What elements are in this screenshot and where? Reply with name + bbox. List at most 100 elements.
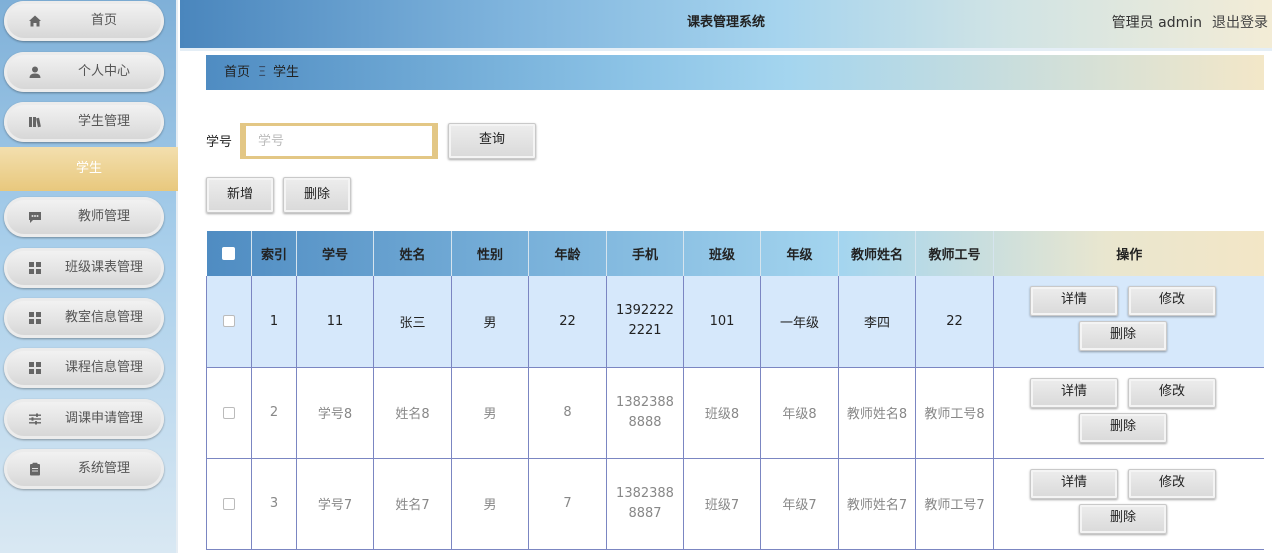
cell-name: 姓名8 [373, 367, 452, 459]
cell-class: 101 [683, 276, 761, 368]
table-row[interactable]: 1 11 张三 男 22 1392222 2221 101 一年级 李四 22 详… [206, 276, 1264, 368]
row-checkbox[interactable] [223, 315, 235, 328]
detail-button[interactable]: 详情 [1030, 377, 1118, 408]
row-delete-button[interactable]: 删除 [1079, 412, 1167, 443]
row-checkbox[interactable] [223, 406, 235, 419]
cell-age: 22 [528, 276, 607, 368]
book-icon [29, 117, 41, 128]
table-row[interactable]: 2 学号8 姓名8 男 8 1382388 8888 班级8 年级8 教师姓名8 … [206, 367, 1264, 459]
cell-age: 8 [528, 367, 607, 459]
sliders-icon [29, 413, 41, 425]
sidebar-item-home[interactable]: 首页 [4, 1, 164, 41]
sidebar-item-students[interactable]: 学生 [0, 147, 178, 191]
logout-link[interactable]: 退出登录 [1212, 0, 1268, 46]
grid-icon [29, 262, 41, 274]
search-input[interactable] [240, 123, 438, 159]
cell-name: 张三 [373, 276, 452, 368]
phone-part: 1382388 [616, 394, 674, 410]
cell-age: 7 [528, 458, 607, 550]
delete-button[interactable]: 删除 [283, 177, 351, 213]
sidebar: 首页 个人中心 学生管理 学生 教师管理 班级课表管理 教室信息管理 课程信息管… [0, 0, 178, 553]
cell-phone: 1382388 8888 [606, 367, 684, 459]
cell-index: 3 [251, 458, 297, 550]
row-select-cell [206, 458, 252, 550]
sidebar-item-label: 班级课表管理 [64, 260, 143, 275]
select-all-checkbox[interactable] [222, 247, 236, 260]
table-row[interactable]: 3 学号7 姓名7 男 7 1382388 8887 班级7 年级7 教师姓名7 … [206, 458, 1264, 550]
column-header: 操作 [1116, 248, 1143, 263]
grid-icon [29, 312, 41, 324]
cell-teacher-id: 教师工号7 [915, 458, 994, 550]
cell-class: 班级8 [683, 367, 761, 459]
column-header: 班级 [683, 231, 761, 276]
cell-gender: 男 [451, 276, 529, 368]
sidebar-item-classroom[interactable]: 教室信息管理 [4, 298, 164, 338]
row-select-cell [206, 276, 252, 368]
row-checkbox[interactable] [223, 497, 235, 510]
add-button[interactable]: 新增 [206, 177, 274, 213]
edit-button[interactable]: 修改 [1128, 377, 1216, 408]
cell-teacher-name: 教师姓名7 [838, 458, 916, 550]
phone-part: 8887 [628, 505, 662, 521]
sidebar-item-teacher-mgmt[interactable]: 教师管理 [4, 197, 164, 237]
column-header: 年级 [760, 231, 839, 276]
cell-teacher-name: 李四 [838, 276, 916, 368]
clipboard-icon [30, 462, 40, 476]
breadcrumb-current: 学生 [273, 65, 300, 80]
sidebar-item-course[interactable]: 课程信息管理 [4, 348, 164, 388]
breadcrumb-separator-icon: Ξ [258, 65, 267, 80]
detail-button[interactable]: 详情 [1030, 286, 1118, 317]
cell-index: 2 [251, 367, 297, 459]
cell-gender: 男 [451, 458, 529, 550]
sidebar-item-label: 学生 [75, 161, 102, 176]
cell-student-id: 学号7 [296, 458, 374, 550]
cell-class: 班级7 [683, 458, 761, 550]
current-user: 管理员 admin [1111, 15, 1202, 31]
column-header: 性别 [451, 231, 529, 276]
query-button[interactable]: 查询 [448, 123, 536, 159]
table-header: 索引 学号 姓名 性别 年龄 手机 班级 年级 教师姓名 教师工号 操作 [206, 231, 1264, 276]
cell-gender: 男 [451, 367, 529, 459]
edit-button[interactable]: 修改 [1128, 468, 1216, 499]
cell-actions: 详情 修改 删除 [993, 276, 1264, 368]
student-table: 索引 学号 姓名 性别 年龄 手机 班级 年级 教师姓名 教师工号 操作 1 1… [206, 231, 1264, 553]
detail-button[interactable]: 详情 [1030, 468, 1118, 499]
phone-part: 1382388 [616, 485, 674, 501]
sidebar-item-student-mgmt[interactable]: 学生管理 [4, 102, 164, 142]
sidebar-item-system[interactable]: 系统管理 [4, 449, 164, 489]
sidebar-item-profile[interactable]: 个人中心 [4, 52, 164, 92]
sidebar-item-label: 系统管理 [77, 461, 130, 476]
cell-phone: 1382388 8887 [606, 458, 684, 550]
edit-button[interactable]: 修改 [1128, 286, 1216, 317]
column-header: 学号 [296, 231, 374, 276]
column-header: 姓名 [373, 231, 452, 276]
app-title: 课表管理系统 [686, 15, 765, 30]
search-label: 学号 [206, 135, 233, 150]
sidebar-item-label: 课程信息管理 [64, 360, 143, 375]
user-icon [29, 66, 41, 78]
cell-grade: 年级8 [760, 367, 839, 459]
cell-teacher-name: 教师姓名8 [838, 367, 916, 459]
cell-student-id: 11 [296, 276, 374, 368]
column-header: 索引 [251, 231, 297, 276]
cell-actions: 详情 修改 删除 [993, 458, 1264, 550]
sidebar-item-adjust-request[interactable]: 调课申请管理 [4, 399, 164, 439]
row-select-cell [206, 367, 252, 459]
cell-teacher-id: 22 [915, 276, 994, 368]
column-header: 年龄 [528, 231, 607, 276]
row-delete-button[interactable]: 删除 [1079, 503, 1167, 534]
phone-part: 2221 [628, 323, 662, 339]
sidebar-item-label: 调课申请管理 [64, 411, 143, 426]
header-divider [180, 48, 1272, 51]
cell-student-id: 学号8 [296, 367, 374, 459]
column-header: 教师工号 [915, 231, 994, 276]
cell-index: 1 [251, 276, 297, 368]
sidebar-item-label: 个人中心 [77, 64, 130, 79]
home-icon [29, 15, 41, 27]
column-header: 手机 [606, 231, 684, 276]
cell-name: 姓名7 [373, 458, 452, 550]
breadcrumb-home[interactable]: 首页 [224, 55, 250, 90]
sidebar-item-class-schedule[interactable]: 班级课表管理 [4, 248, 164, 288]
top-header: 课表管理系统 管理员 admin 退出登录 [180, 0, 1272, 48]
row-delete-button[interactable]: 删除 [1079, 321, 1167, 352]
